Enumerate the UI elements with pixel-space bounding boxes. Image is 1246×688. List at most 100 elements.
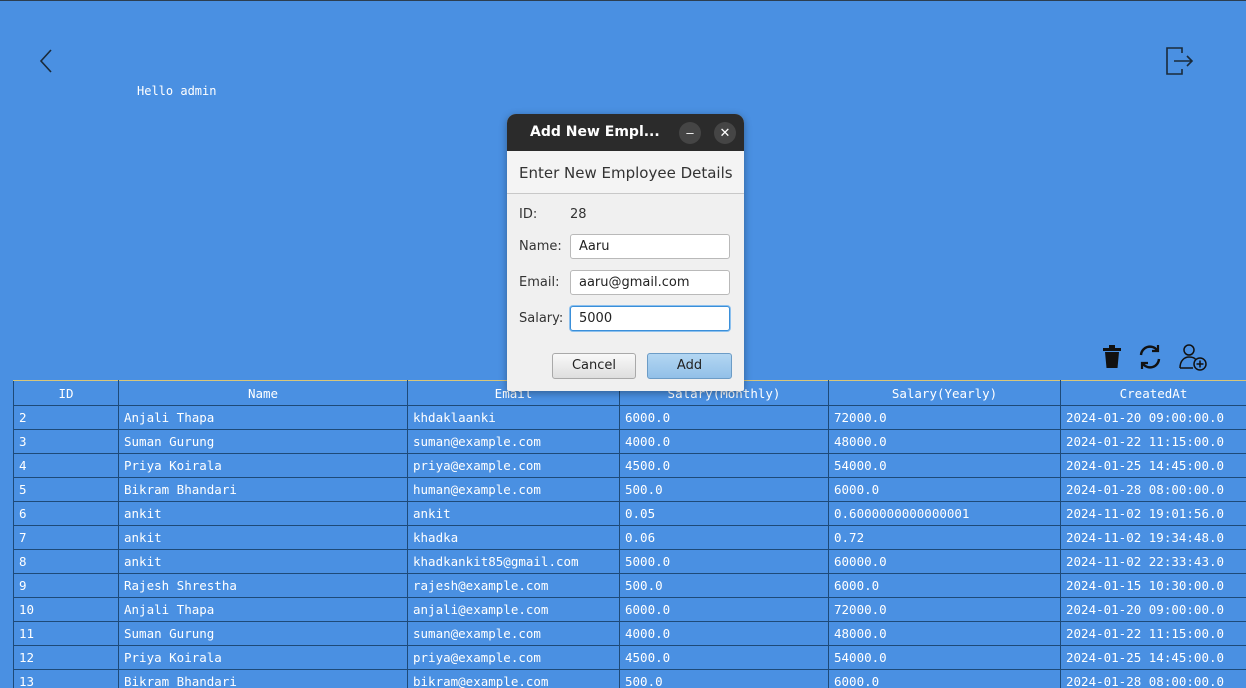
cell-salary-monthly: 4500.0 [619, 645, 829, 670]
email-label: Email: [519, 275, 560, 290]
dialog-titlebar[interactable]: Add New Empl... – ✕ [507, 114, 744, 151]
salary-field[interactable] [570, 306, 730, 331]
cell-email: bikram@example.com [407, 669, 620, 688]
cell-name: Anjali Thapa [118, 597, 408, 622]
delete-button[interactable] [1099, 342, 1125, 372]
table-row[interactable]: 4 Priya Koirala priya@example.com 4500.0… [13, 453, 1246, 478]
add-user-icon [1179, 344, 1207, 371]
table-row[interactable]: 8 ankit khadkankit85@gmail.com 5000.0 60… [13, 549, 1246, 574]
salary-label: Salary: [519, 311, 564, 326]
cell-name: Rajesh Shrestha [118, 573, 408, 598]
cell-id: 13 [13, 669, 119, 688]
window-top-border [0, 0, 1246, 1]
cell-email: priya@example.com [407, 645, 620, 670]
cell-name: Bikram Bhandari [118, 477, 408, 502]
column-header-name[interactable]: Name [118, 380, 408, 406]
cell-email: anjali@example.com [407, 597, 620, 622]
email-field[interactable] [570, 270, 730, 295]
cell-salary-yearly: 6000.0 [828, 477, 1061, 502]
cell-created-at: 2024-01-25 14:45:00.0 [1060, 453, 1246, 478]
cell-salary-monthly: 4500.0 [619, 453, 829, 478]
cell-created-at: 2024-01-20 09:00:00.0 [1060, 405, 1246, 430]
cell-email: ankit [407, 501, 620, 526]
trash-icon [1103, 345, 1121, 368]
cell-id: 6 [13, 501, 119, 526]
cell-salary-yearly: 54000.0 [828, 645, 1061, 670]
cell-name: ankit [118, 549, 408, 574]
cell-salary-monthly: 4000.0 [619, 621, 829, 646]
table-row[interactable]: 2 Anjali Thapa khdaklaanki 6000.0 72000.… [13, 405, 1246, 430]
dialog-header: Enter New Employee Details [507, 151, 744, 194]
cell-name: Anjali Thapa [118, 405, 408, 430]
cell-salary-yearly: 72000.0 [828, 405, 1061, 430]
logout-button[interactable] [1162, 44, 1196, 78]
name-field[interactable] [570, 234, 730, 259]
table-row[interactable]: 12 Priya Koirala priya@example.com 4500.… [13, 645, 1246, 670]
cell-created-at: 2024-01-22 11:15:00.0 [1060, 429, 1246, 454]
cell-salary-monthly: 0.06 [619, 525, 829, 550]
cell-created-at: 2024-01-28 08:00:00.0 [1060, 477, 1246, 502]
table-row[interactable]: 5 Bikram Bhandari human@example.com 500.… [13, 477, 1246, 502]
cell-salary-monthly: 4000.0 [619, 429, 829, 454]
cell-email: khadka [407, 525, 620, 550]
cell-id: 4 [13, 453, 119, 478]
cancel-button[interactable]: Cancel [552, 353, 636, 379]
cell-salary-yearly: 6000.0 [828, 669, 1061, 688]
name-label: Name: [519, 239, 562, 254]
table-row[interactable]: 11 Suman Gurung suman@example.com 4000.0… [13, 621, 1246, 646]
cell-salary-monthly: 5000.0 [619, 549, 829, 574]
cell-id: 3 [13, 429, 119, 454]
refresh-button[interactable] [1136, 342, 1164, 372]
cell-salary-monthly: 0.05 [619, 501, 829, 526]
minimize-button[interactable]: – [679, 122, 701, 144]
cell-email: rajesh@example.com [407, 573, 620, 598]
cell-id: 10 [13, 597, 119, 622]
cell-email: human@example.com [407, 477, 620, 502]
column-header-salary-yearly[interactable]: Salary(Yearly) [828, 380, 1061, 406]
cell-salary-yearly: 6000.0 [828, 573, 1061, 598]
dialog-title: Add New Empl... [530, 124, 660, 140]
cell-salary-monthly: 500.0 [619, 573, 829, 598]
table-row[interactable]: 13 Bikram Bhandari bikram@example.com 50… [13, 669, 1246, 688]
refresh-icon [1139, 345, 1161, 369]
dialog-header-text: Enter New Employee Details [519, 164, 733, 182]
table-row[interactable]: 6 ankit ankit 0.05 0.6000000000000001 20… [13, 501, 1246, 526]
add-button[interactable]: Add [647, 353, 732, 379]
logout-icon [1166, 47, 1194, 75]
chevron-left-icon [39, 49, 52, 73]
cell-created-at: 2024-01-25 14:45:00.0 [1060, 645, 1246, 670]
back-button[interactable] [34, 46, 60, 76]
table-row[interactable]: 9 Rajesh Shrestha rajesh@example.com 500… [13, 573, 1246, 598]
column-header-id[interactable]: ID [13, 380, 119, 406]
cell-name: Priya Koirala [118, 453, 408, 478]
employee-table[interactable]: ID Name Email Salary(Monthly) Salary(Yea… [13, 380, 1246, 688]
cell-id: 9 [13, 573, 119, 598]
cell-name: Suman Gurung [118, 429, 408, 454]
table-row[interactable]: 3 Suman Gurung suman@example.com 4000.0 … [13, 429, 1246, 454]
cell-id: 8 [13, 549, 119, 574]
cell-created-at: 2024-01-20 09:00:00.0 [1060, 597, 1246, 622]
cell-created-at: 2024-01-28 08:00:00.0 [1060, 669, 1246, 688]
cell-name: ankit [118, 525, 408, 550]
cell-salary-yearly: 48000.0 [828, 621, 1061, 646]
id-value: 28 [570, 207, 587, 222]
cell-email: khdaklaanki [407, 405, 620, 430]
cell-name: Priya Koirala [118, 645, 408, 670]
cell-email: khadkankit85@gmail.com [407, 549, 620, 574]
cell-email: priya@example.com [407, 453, 620, 478]
cell-created-at: 2024-01-15 10:30:00.0 [1060, 573, 1246, 598]
table-row[interactable]: 7 ankit khadka 0.06 0.72 2024-11-02 19:3… [13, 525, 1246, 550]
cell-id: 7 [13, 525, 119, 550]
cell-name: ankit [118, 501, 408, 526]
cell-created-at: 2024-01-22 11:15:00.0 [1060, 621, 1246, 646]
close-button[interactable]: ✕ [714, 122, 736, 144]
add-user-button[interactable] [1176, 342, 1208, 372]
cell-salary-yearly: 48000.0 [828, 429, 1061, 454]
cell-email: suman@example.com [407, 621, 620, 646]
cell-salary-monthly: 500.0 [619, 669, 829, 688]
cell-salary-yearly: 0.6000000000000001 [828, 501, 1061, 526]
table-row[interactable]: 10 Anjali Thapa anjali@example.com 6000.… [13, 597, 1246, 622]
cell-id: 11 [13, 621, 119, 646]
cell-created-at: 2024-11-02 22:33:43.0 [1060, 549, 1246, 574]
column-header-created-at[interactable]: CreatedAt [1060, 380, 1246, 406]
